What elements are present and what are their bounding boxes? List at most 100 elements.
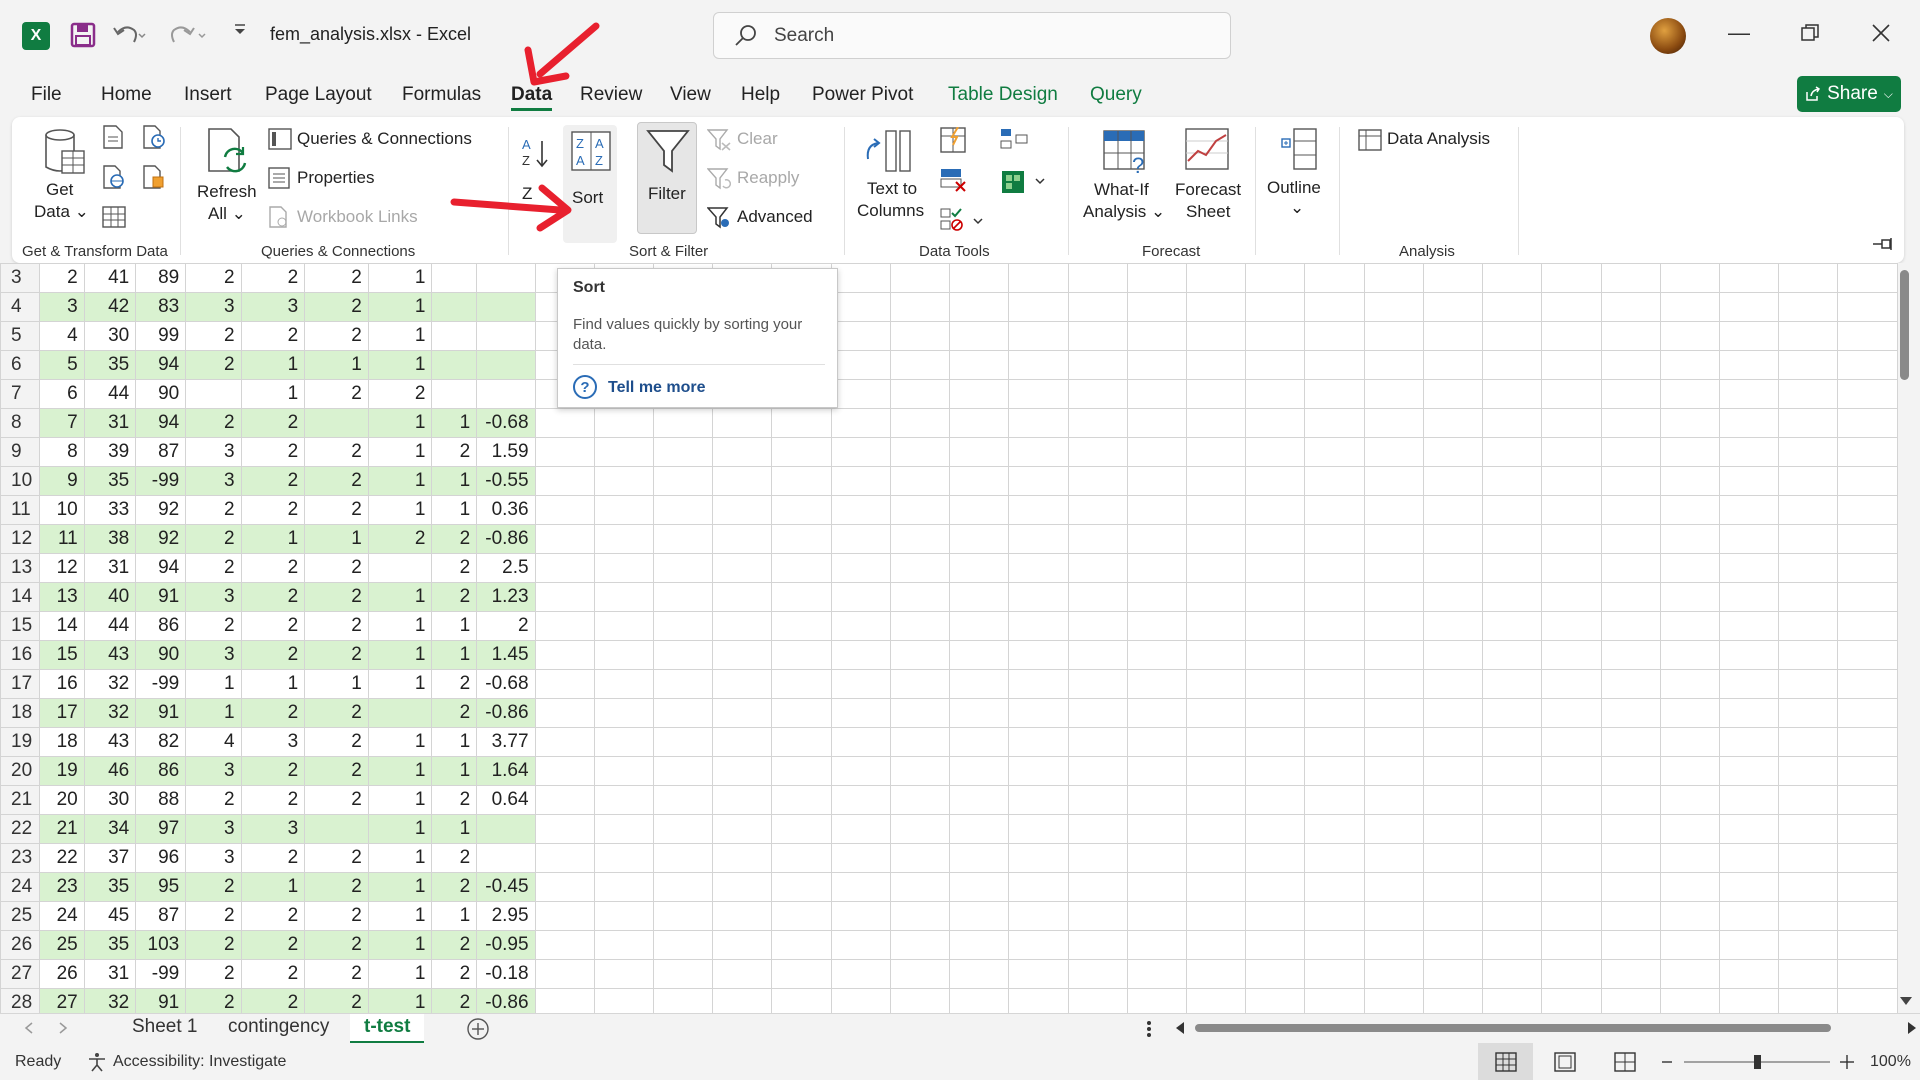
table-cell[interactable]: 35 [83, 930, 137, 960]
table-cell[interactable]: 8 [39, 437, 85, 467]
table-cell[interactable]: 2 [431, 698, 478, 728]
empty-cell[interactable] [1600, 611, 1661, 641]
empty-cell[interactable] [712, 408, 773, 438]
empty-cell[interactable] [1422, 466, 1484, 496]
table-cell[interactable]: 90 [135, 640, 187, 670]
table-cell[interactable]: 46 [83, 756, 137, 786]
empty-cell[interactable] [534, 785, 595, 815]
flash-fill-icon[interactable] [940, 126, 966, 158]
page-layout-view-icon[interactable] [1554, 1052, 1576, 1077]
empty-cell[interactable] [830, 582, 891, 612]
table-cell[interactable]: 89 [135, 263, 187, 293]
empty-cell[interactable] [1659, 930, 1720, 960]
empty-cell[interactable] [652, 988, 714, 1013]
empty-cell[interactable] [1304, 437, 1365, 467]
empty-cell[interactable] [712, 437, 773, 467]
empty-cell[interactable] [1363, 785, 1424, 815]
table-cell[interactable]: 25 [39, 930, 85, 960]
empty-cell[interactable] [1245, 843, 1306, 873]
empty-cell[interactable] [1126, 379, 1187, 409]
empty-cell[interactable] [771, 814, 832, 844]
empty-cell[interactable] [771, 698, 832, 728]
empty-cell[interactable] [1245, 466, 1306, 496]
redo-icon[interactable] [170, 22, 206, 48]
table-cell[interactable]: 2 [240, 640, 306, 670]
empty-cell[interactable] [1185, 350, 1247, 380]
empty-cell[interactable] [1718, 872, 1780, 902]
row-header[interactable]: 11 [0, 495, 41, 525]
empty-cell[interactable] [1245, 379, 1306, 409]
empty-cell[interactable] [1541, 611, 1602, 641]
table-cell[interactable]: 1 [431, 466, 478, 496]
empty-cell[interactable] [1067, 292, 1128, 322]
empty-cell[interactable] [1304, 350, 1365, 380]
empty-cell[interactable] [771, 988, 832, 1013]
table-cell[interactable]: 3 [240, 814, 306, 844]
empty-cell[interactable] [1718, 495, 1780, 525]
empty-cell[interactable] [1304, 611, 1365, 641]
table-cell[interactable]: 21 [39, 814, 85, 844]
empty-cell[interactable] [1067, 814, 1128, 844]
empty-cell[interactable] [712, 901, 773, 931]
empty-cell[interactable] [1245, 553, 1306, 583]
empty-cell[interactable] [949, 495, 1010, 525]
empty-cell[interactable] [1245, 930, 1306, 960]
table-row[interactable]: 12 11 38 92 2 1 1 2 2 -0.86 [0, 524, 1898, 554]
empty-cell[interactable] [1482, 582, 1543, 612]
tab-query[interactable]: Query [1090, 84, 1142, 106]
empty-cell[interactable] [652, 582, 714, 612]
empty-cell[interactable] [1126, 698, 1187, 728]
table-cell[interactable]: 1 [304, 524, 369, 554]
empty-cell[interactable] [1541, 263, 1602, 293]
empty-cell[interactable] [949, 843, 1010, 873]
table-cell[interactable]: 1 [367, 814, 433, 844]
empty-cell[interactable] [1422, 785, 1484, 815]
empty-cell[interactable] [1600, 640, 1661, 670]
table-cell[interactable]: 92 [135, 495, 187, 525]
table-cell[interactable]: 1 [367, 756, 433, 786]
empty-cell[interactable] [1718, 785, 1780, 815]
empty-cell[interactable] [949, 553, 1010, 583]
empty-cell[interactable] [1837, 321, 1898, 351]
empty-cell[interactable] [534, 524, 595, 554]
empty-cell[interactable] [1482, 553, 1543, 583]
empty-cell[interactable] [1245, 698, 1306, 728]
empty-cell[interactable] [1126, 292, 1187, 322]
row-header[interactable]: 7 [0, 379, 41, 409]
table-cell[interactable]: 1 [367, 350, 433, 380]
empty-cell[interactable] [889, 582, 951, 612]
empty-cell[interactable] [712, 959, 773, 989]
table-cell[interactable]: 34 [83, 814, 137, 844]
empty-cell[interactable] [949, 640, 1010, 670]
empty-cell[interactable] [1304, 640, 1365, 670]
empty-cell[interactable] [1659, 524, 1720, 554]
empty-cell[interactable] [771, 611, 832, 641]
empty-cell[interactable] [889, 698, 951, 728]
empty-cell[interactable] [1245, 321, 1306, 351]
empty-cell[interactable] [1304, 292, 1365, 322]
table-cell[interactable]: 2 [240, 408, 306, 438]
empty-cell[interactable] [1600, 466, 1661, 496]
empty-cell[interactable] [712, 495, 773, 525]
empty-cell[interactable] [1718, 379, 1780, 409]
empty-cell[interactable] [1304, 582, 1365, 612]
table-cell[interactable]: 2 [304, 640, 369, 670]
table-cell[interactable]: 4 [39, 321, 85, 351]
table-cell[interactable]: 82 [135, 727, 187, 757]
empty-cell[interactable] [1008, 872, 1069, 902]
table-cell[interactable]: 2 [240, 321, 306, 351]
table-cell[interactable]: 2 [304, 321, 369, 351]
table-cell[interactable]: 91 [135, 582, 187, 612]
empty-cell[interactable] [771, 466, 832, 496]
empty-cell[interactable] [771, 756, 832, 786]
empty-cell[interactable] [1067, 669, 1128, 699]
table-cell[interactable]: 1 [240, 524, 306, 554]
table-cell[interactable] [185, 379, 242, 409]
table-cell[interactable]: 2 [304, 437, 369, 467]
empty-cell[interactable] [1245, 727, 1306, 757]
table-row[interactable]: 15 14 44 86 2 2 2 1 1 2 [0, 611, 1898, 641]
table-cell[interactable]: 2 [240, 495, 306, 525]
empty-cell[interactable] [1778, 872, 1839, 902]
empty-cell[interactable] [1008, 669, 1069, 699]
accessibility-status[interactable]: Accessibility: Investigate [113, 1053, 286, 1071]
